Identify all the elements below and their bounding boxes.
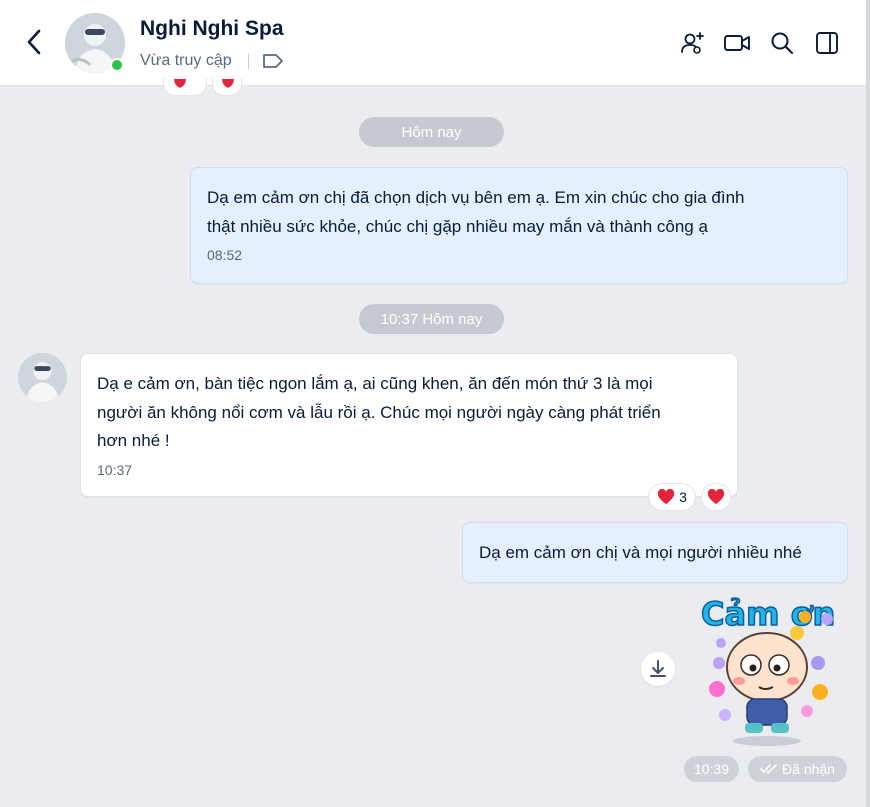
reaction-count: 3 — [679, 489, 687, 505]
download-icon — [650, 660, 666, 677]
heart-icon — [657, 489, 675, 505]
message-text: Dạ em cảm ơn chị đã chọn dịch vụ bên em … — [207, 188, 745, 236]
back-button[interactable] — [20, 26, 48, 58]
search-icon — [771, 32, 794, 55]
sticker-caption: Cảm ơn — [701, 595, 835, 633]
double-check-icon — [760, 764, 777, 774]
message-bubble-outgoing[interactable]: Dạ em cảm ơn chị đã chọn dịch vụ bên em … — [190, 167, 848, 284]
time-separator: 10:37 Hôm nay — [359, 304, 504, 334]
previous-reaction — [212, 78, 242, 96]
heart-icon — [174, 79, 186, 88]
back-icon — [27, 29, 41, 55]
sender-avatar[interactable] — [18, 353, 67, 402]
sidebar-toggle-icon — [816, 32, 838, 54]
delivery-receipt: Đã nhận — [748, 756, 847, 782]
tag-button[interactable] — [260, 51, 286, 71]
sticker-thank-you[interactable]: Cảm ơn — [695, 585, 850, 750]
status-divider — [248, 53, 249, 69]
heart-icon — [707, 489, 725, 505]
previous-reaction — [163, 78, 207, 96]
add-to-group-button[interactable] — [677, 28, 707, 58]
video-call-icon — [724, 35, 750, 51]
message-text: Dạ e cảm ơn, bàn tiệc ngon lắm ạ, ai cũn… — [97, 374, 661, 450]
search-button[interactable] — [767, 28, 797, 58]
heart-icon — [222, 79, 234, 88]
video-call-button[interactable] — [722, 28, 752, 58]
conversation-info-button[interactable] — [812, 28, 842, 58]
message-time: 10:37 — [97, 461, 133, 478]
message-bubble-incoming[interactable]: Dạ e cảm ơn, bàn tiệc ngon lắm ạ, ai cũn… — [80, 353, 738, 497]
sticker-time: 10:39 — [684, 756, 739, 782]
reaction-summary[interactable]: 3 — [648, 483, 696, 511]
message-text: Dạ em cảm ơn chị và mọi người nhiều nhé — [479, 543, 802, 562]
scrollbar[interactable] — [866, 0, 870, 807]
add-user-icon — [681, 32, 704, 54]
message-bubble-outgoing[interactable]: Dạ em cảm ơn chị và mọi người nhiều nhé — [462, 522, 848, 583]
receipt-label: Đã nhận — [782, 761, 835, 777]
tag-icon — [263, 54, 283, 68]
chat-header: Nghi Nghi Spa Vừa truy cập — [0, 0, 866, 86]
contact-status: Vừa truy cập — [140, 52, 232, 69]
contact-name[interactable]: Nghi Nghi Spa — [140, 17, 284, 41]
date-separator: Hôm nay — [359, 117, 504, 147]
online-indicator — [110, 58, 124, 72]
react-button[interactable] — [701, 483, 731, 511]
message-time: 08:52 — [207, 247, 243, 263]
download-button[interactable] — [641, 652, 675, 686]
